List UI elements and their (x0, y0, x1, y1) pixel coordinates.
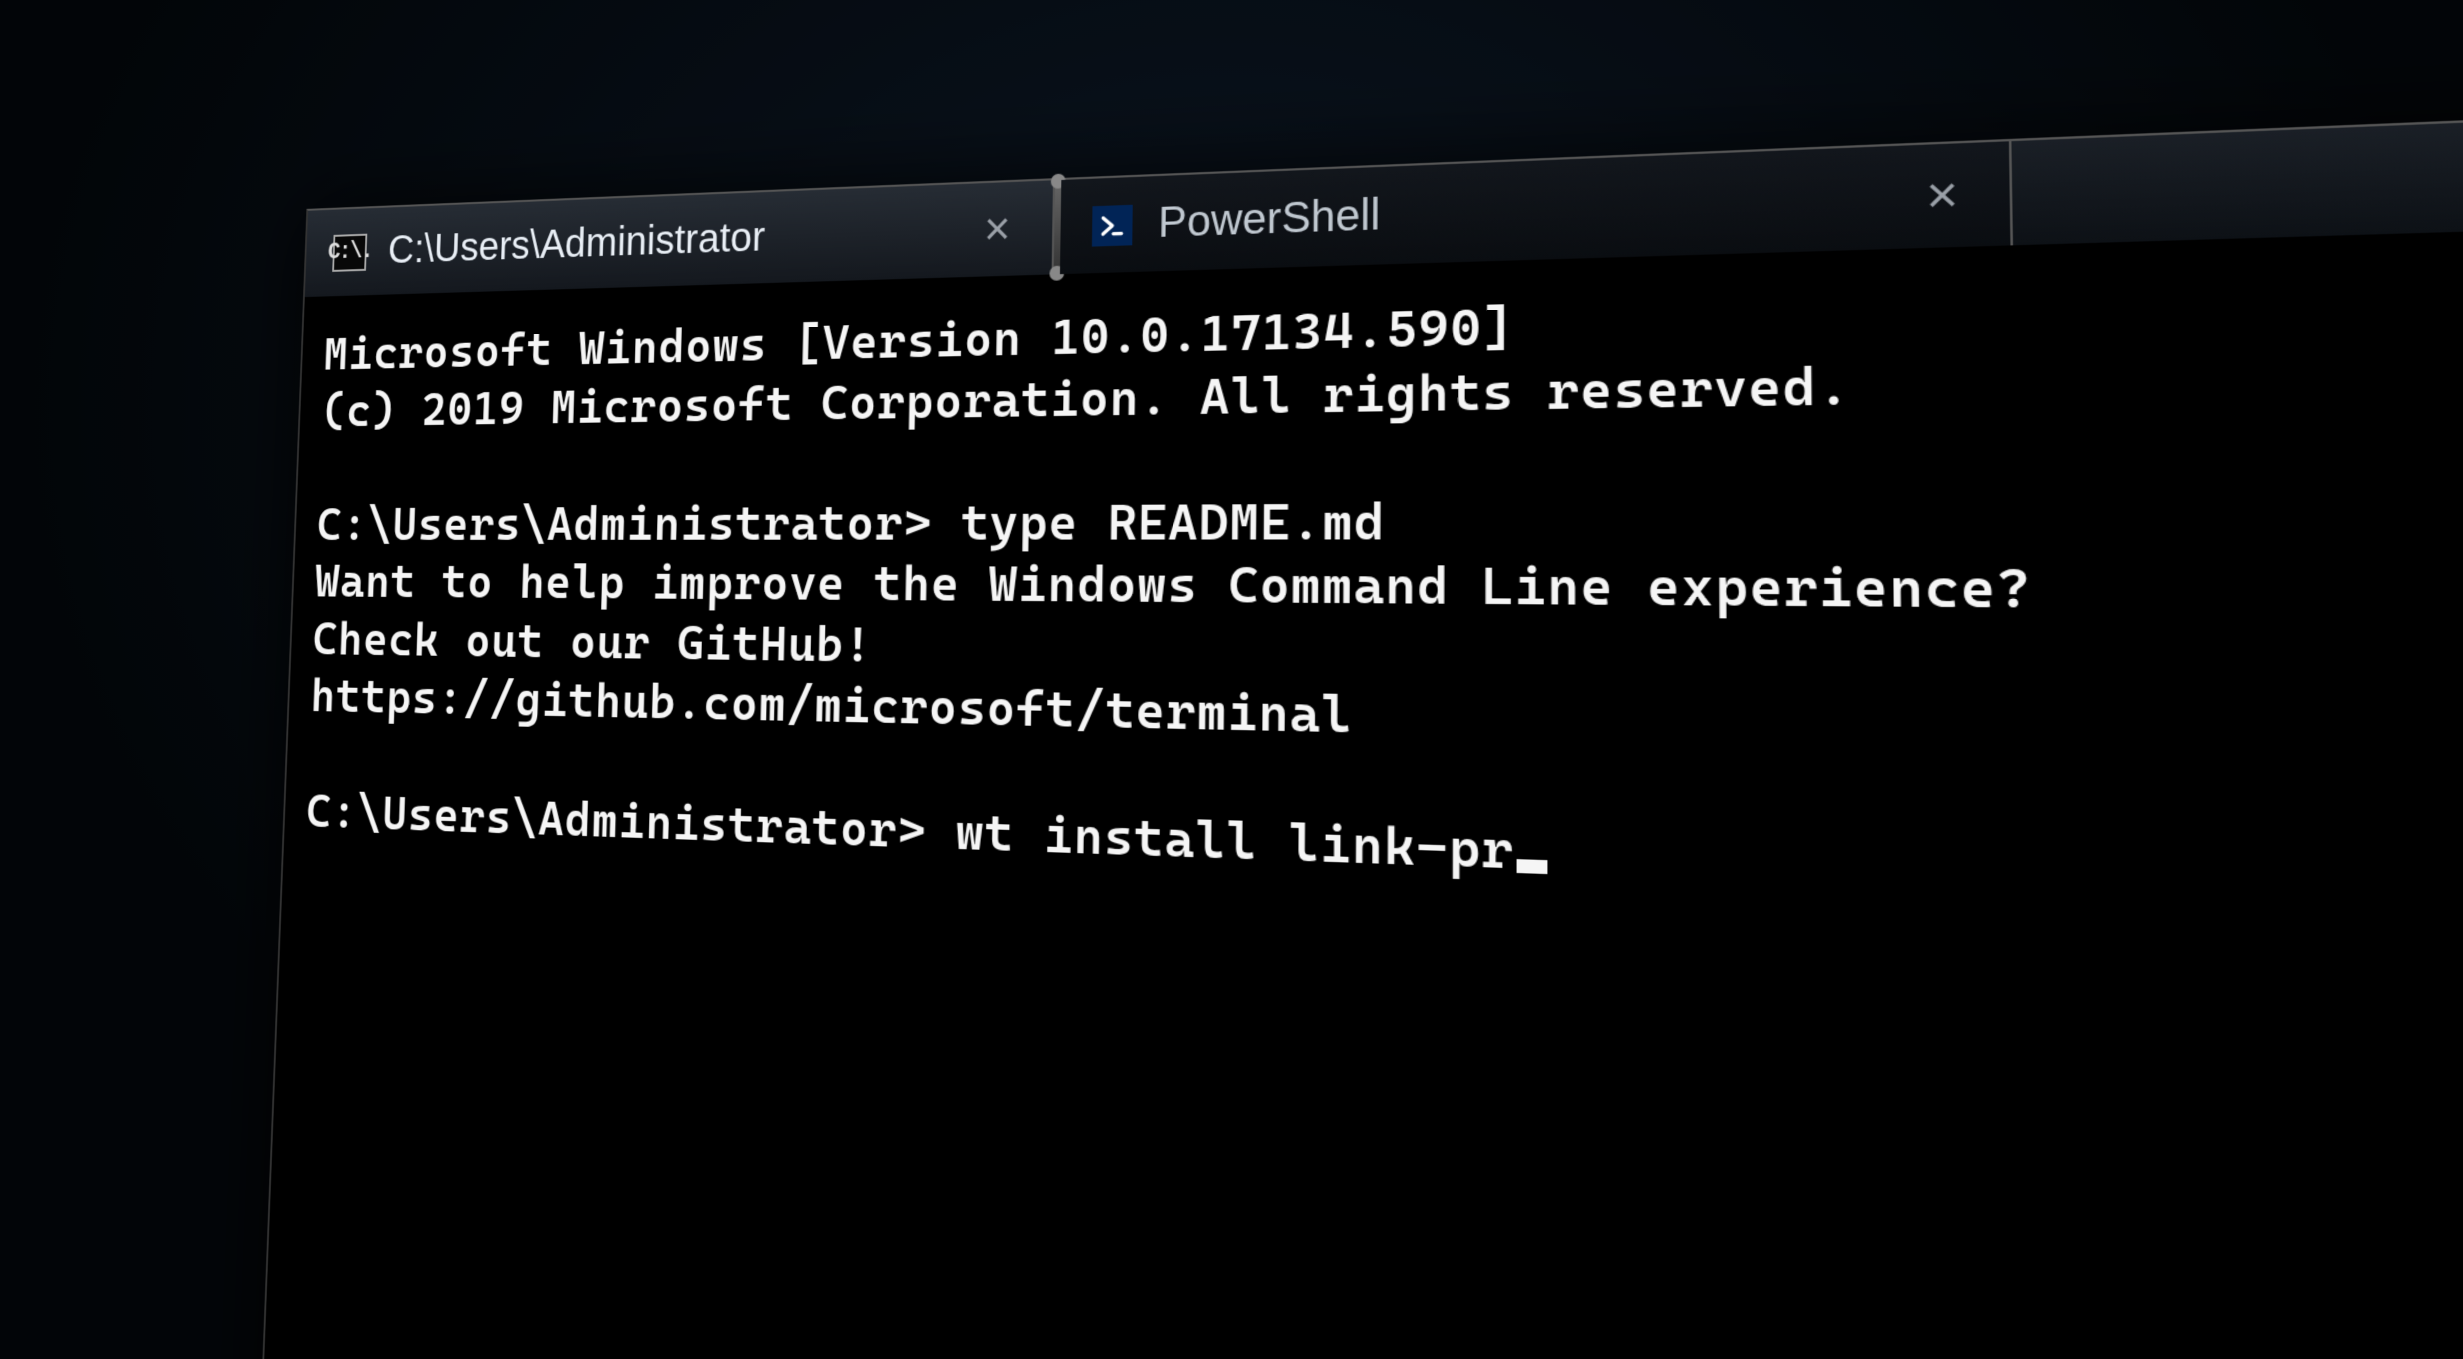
tab-powershell-label: PowerShell (1158, 172, 1884, 248)
tab-cmd-label: C:\Users\Administrator (387, 207, 949, 272)
command-text: type README.md (932, 491, 1386, 551)
tab-close-cmd[interactable]: × (973, 202, 1021, 256)
terminal-window: C:\. C:\Users\Administrator × PowerShell… (252, 86, 2463, 1359)
command-input[interactable]: wt install link-pr (926, 801, 1514, 881)
cursor (1517, 859, 1548, 874)
output-line: Want to help improve the Windows Command… (314, 554, 2033, 621)
tab-close-powershell[interactable]: × (1913, 166, 1972, 226)
prompt: C:\Users\Administrator> (306, 783, 927, 860)
output-line: Check out our GitHub! (312, 611, 873, 673)
output-line: https://github.com/microsoft/terminal (310, 668, 1353, 745)
powershell-icon (1092, 204, 1133, 246)
cmd-icon: C:\. (332, 233, 367, 271)
prompt: C:\Users\Administrator> (316, 493, 932, 550)
terminal-body[interactable]: Microsoft Windows [Version 10.0.17134.59… (283, 207, 2463, 992)
